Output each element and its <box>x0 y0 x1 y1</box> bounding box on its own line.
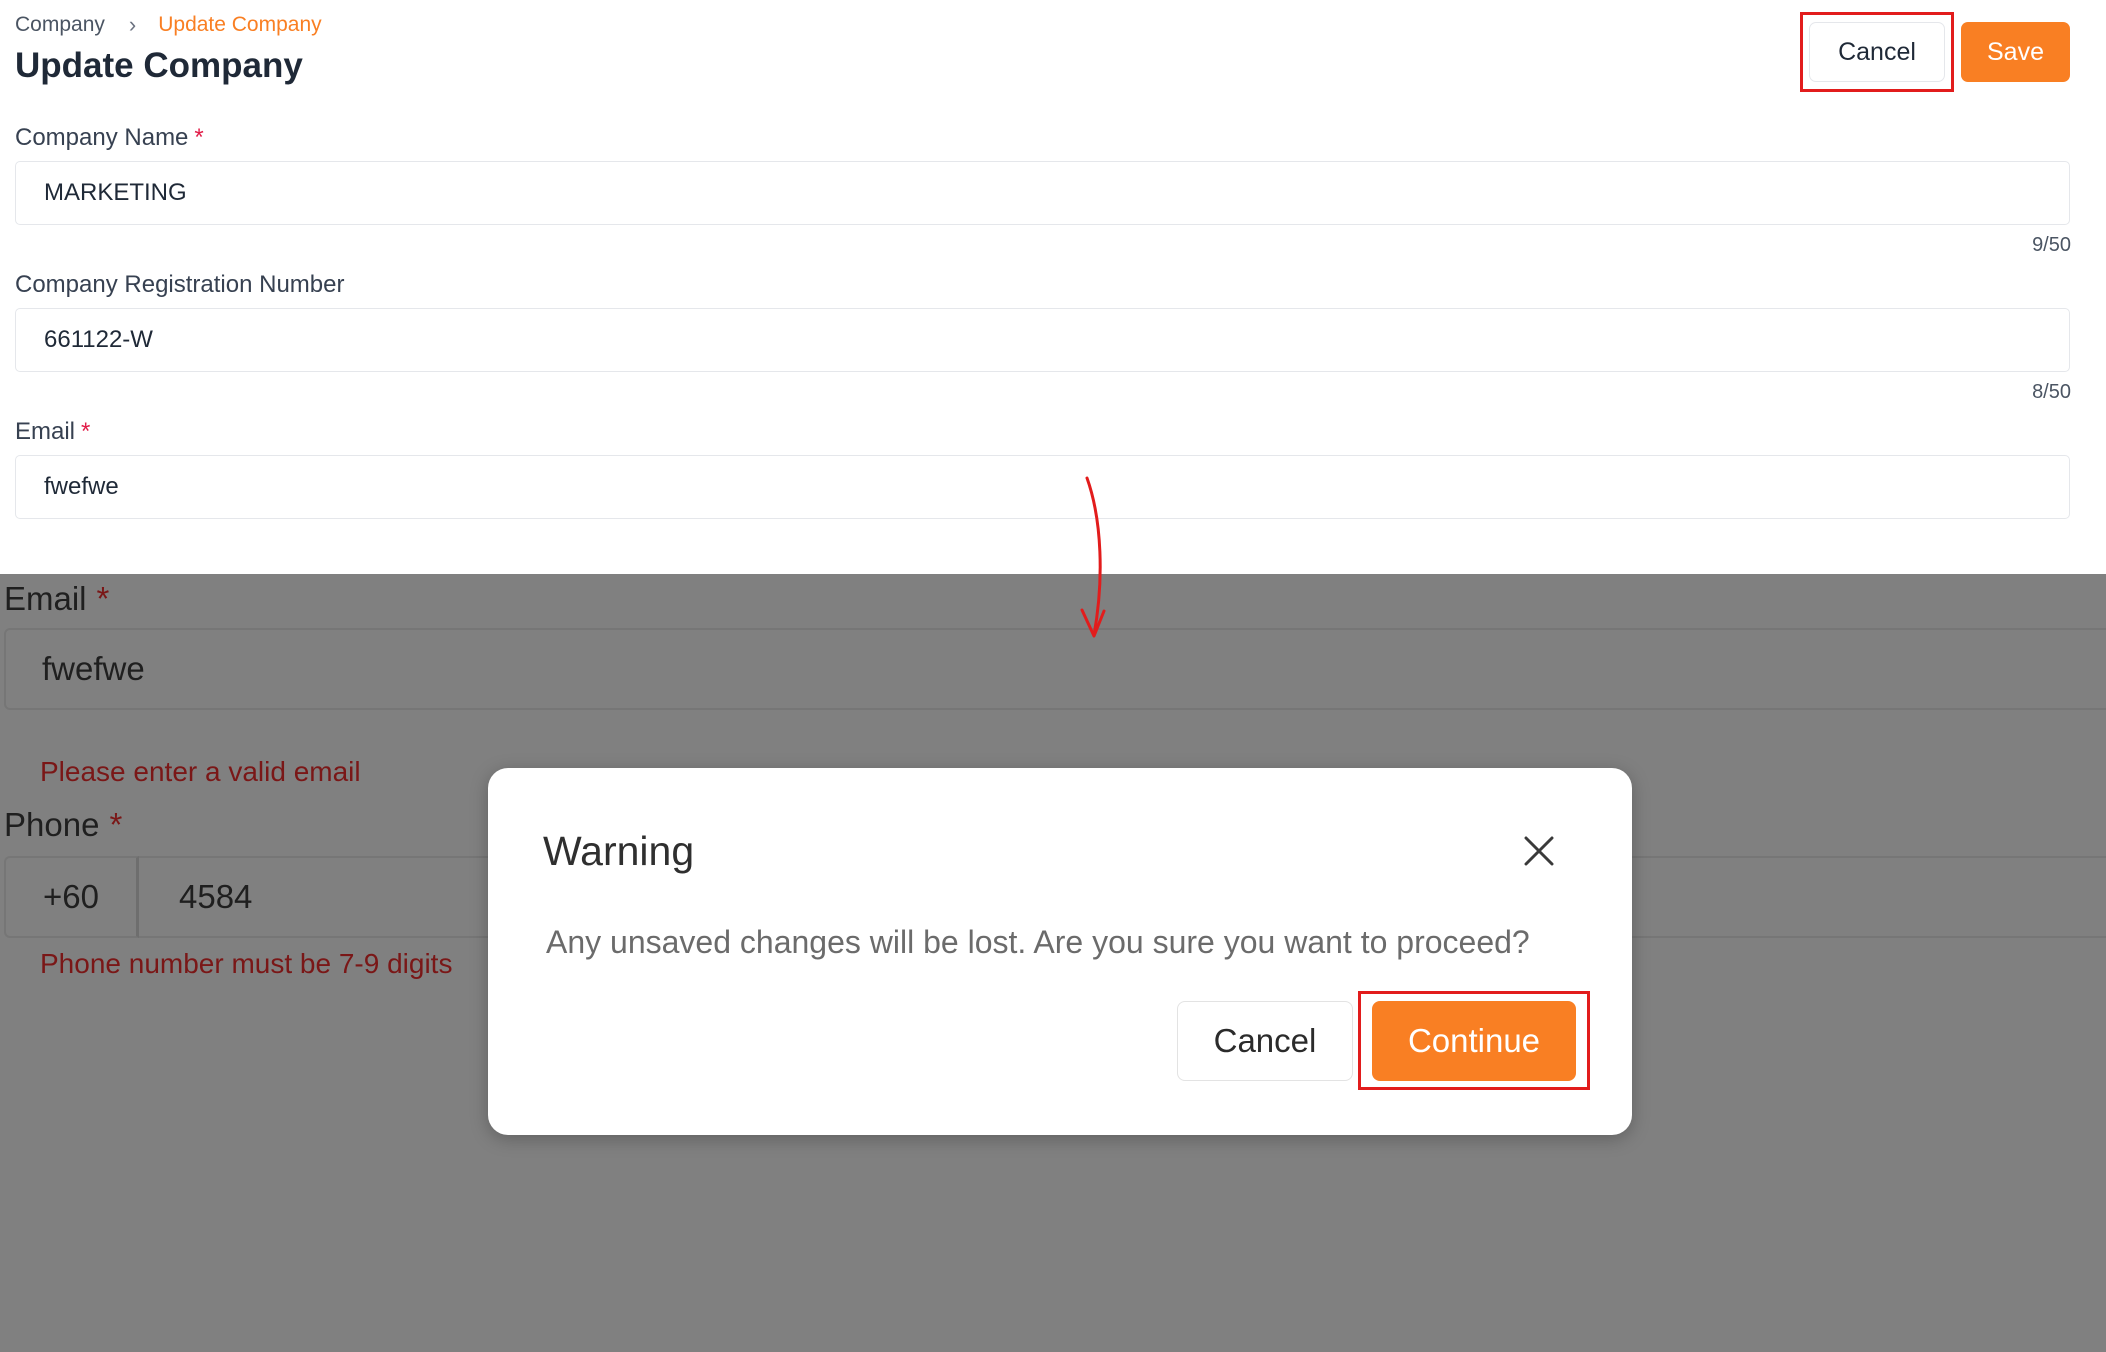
dialog-title: Warning <box>543 828 695 874</box>
breadcrumb: Company › Update Company <box>15 12 322 38</box>
company-name-label-text: Company Name <box>15 124 189 151</box>
required-mark: * <box>194 124 204 151</box>
zoomed-phone-label-text: Phone <box>4 806 100 843</box>
zoomed-phone-label: Phone * <box>4 806 122 844</box>
zoomed-email-label-text: Email <box>4 580 87 617</box>
cancel-highlight-box <box>1800 12 1954 92</box>
zoomed-email-value: fwefwe <box>42 650 145 687</box>
required-mark: * <box>109 806 123 843</box>
dialog-message: Any unsaved changes will be lost. Are yo… <box>546 924 1530 960</box>
company-name-label: Company Name * <box>15 124 204 152</box>
zoomed-email-label: Email * <box>4 580 109 618</box>
continue-highlight-box <box>1358 991 1590 1090</box>
phone-error-message: Phone number must be 7-9 digits <box>40 948 453 979</box>
email-value: fwefwe <box>44 473 119 500</box>
company-name-counter: 9/50 <box>2032 234 2071 256</box>
email-input[interactable]: fwefwe <box>15 455 2070 519</box>
email-error-message: Please enter a valid email <box>40 756 361 787</box>
registration-number-label: Company Registration Number <box>15 271 345 298</box>
chevron-right-icon: › <box>128 12 137 37</box>
phone-value: 4584 <box>179 878 253 915</box>
email-label-text: Email <box>15 418 76 445</box>
registration-number-value: 661122-W <box>44 326 153 353</box>
update-company-form-panel: Company › Update Company Update Company … <box>0 0 2106 574</box>
email-label: Email * <box>15 418 90 446</box>
registration-number-input[interactable]: 661122-W <box>15 308 2070 372</box>
breadcrumb-current: Update Company <box>158 13 322 36</box>
close-icon[interactable] <box>1516 828 1562 874</box>
dialog-cancel-button[interactable]: Cancel <box>1177 1001 1353 1081</box>
page-title: Update Company <box>15 46 303 85</box>
registration-number-counter: 8/50 <box>2032 381 2071 403</box>
required-mark: * <box>96 580 110 617</box>
save-button[interactable]: Save <box>1961 22 2070 82</box>
required-mark: * <box>81 418 91 445</box>
company-name-input[interactable]: MARKETING <box>15 161 2070 225</box>
breadcrumb-company-link[interactable]: Company <box>15 13 105 37</box>
zoomed-email-input[interactable]: fwefwe <box>4 628 2106 710</box>
company-name-value: MARKETING <box>44 179 187 206</box>
country-code-select[interactable]: +60 <box>4 856 139 938</box>
